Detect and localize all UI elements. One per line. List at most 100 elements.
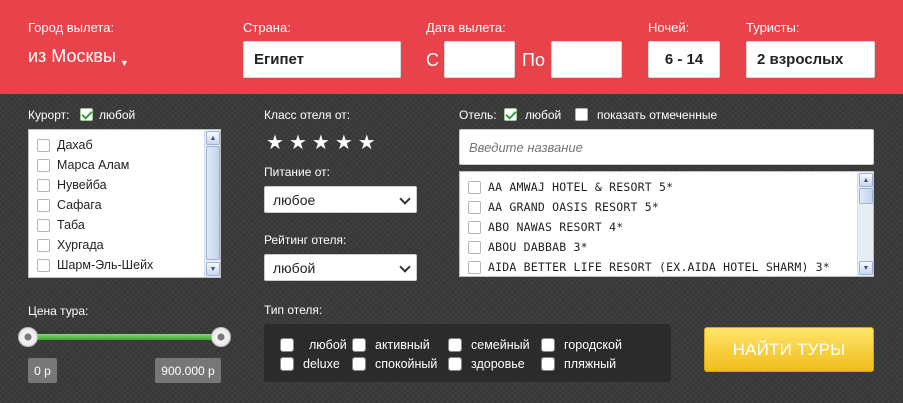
hotel-checkbox[interactable] — [468, 260, 481, 274]
hotel-checkbox[interactable] — [468, 240, 481, 254]
star-icon[interactable]: ★ — [289, 133, 307, 153]
resort-checkbox[interactable] — [37, 158, 50, 172]
list-item[interactable]: ABOU DABBAB 3* — [468, 237, 873, 257]
rating-select[interactable]: любой — [264, 254, 417, 281]
hotel-checkbox[interactable] — [468, 220, 481, 234]
hotel-scrollbar[interactable]: ▲ ▼ — [857, 172, 873, 276]
hotel-label: Отель: — [459, 108, 497, 122]
hotel-type-option[interactable]: семейный — [448, 338, 530, 352]
hotel-list[interactable]: AA AMWAJ HOTEL & RESORT 5* AA GRAND OASI… — [459, 171, 874, 277]
list-item[interactable]: Сафага — [37, 195, 220, 215]
tourists-label: Туристы: — [746, 20, 800, 35]
tourists-select[interactable]: 2 взрослых — [746, 41, 875, 78]
resort-checkbox[interactable] — [37, 238, 50, 252]
price-min-handle[interactable] — [18, 327, 38, 347]
resort-items: Дахаб Марса Алам Нувейба Сафага Таба Хур… — [29, 130, 220, 275]
hotel-checkbox[interactable] — [468, 200, 481, 214]
star-icon[interactable]: ★ — [335, 133, 353, 153]
country-select[interactable]: Египет — [243, 41, 401, 78]
scroll-down-icon[interactable]: ▼ — [206, 262, 220, 276]
hotel-type-checkbox[interactable] — [352, 338, 366, 352]
caret-down-icon: ▼ — [119, 58, 129, 68]
resort-list[interactable]: Дахаб Марса Алам Нувейба Сафага Таба Хур… — [28, 129, 221, 278]
star-icon[interactable]: ★ — [312, 133, 330, 153]
scroll-thumb[interactable] — [206, 146, 220, 260]
chevron-down-icon — [399, 261, 411, 273]
date-from-input[interactable] — [444, 41, 515, 78]
hotel-type-option[interactable]: городской — [541, 338, 622, 352]
list-item[interactable]: AA GRAND OASIS RESORT 5* — [468, 197, 873, 217]
resort-checkbox[interactable] — [37, 138, 50, 152]
hotel-type-checkbox[interactable] — [280, 338, 294, 352]
meal-label: Питание от: — [264, 165, 330, 179]
star-rating[interactable]: ★ ★ ★ ★ ★ — [266, 133, 376, 153]
hotel-type-option[interactable]: пляжный — [541, 357, 616, 371]
star-icon[interactable]: ★ — [266, 133, 284, 153]
resort-checkbox[interactable] — [37, 218, 50, 232]
price-label: Цена тура: — [28, 304, 89, 318]
resort-checkbox[interactable] — [37, 178, 50, 192]
list-item[interactable]: Нувейба — [37, 175, 220, 195]
departure-city-value: из Москвы — [28, 46, 116, 66]
price-max-handle[interactable] — [211, 327, 231, 347]
hotel-type-checkbox[interactable] — [448, 357, 462, 371]
hotel-checkbox[interactable] — [468, 180, 481, 194]
list-item[interactable]: Таба — [37, 215, 220, 235]
resort-any-label: любой — [99, 108, 136, 122]
resort-checkbox[interactable] — [37, 258, 50, 272]
scroll-down-icon[interactable]: ▼ — [859, 261, 873, 275]
chevron-down-icon — [399, 193, 411, 205]
resort-scrollbar[interactable]: ▲ ▼ — [204, 130, 220, 277]
price-min-value: 0 р — [28, 358, 57, 383]
list-item[interactable]: Шарм-Эль-Шейх — [37, 255, 220, 275]
hotel-type-option[interactable]: активный — [352, 338, 430, 352]
show-marked-label: показать отмеченные — [597, 108, 718, 122]
hotel-type-checkbox[interactable] — [541, 338, 555, 352]
nights-select[interactable]: 6 - 14 — [648, 41, 720, 78]
date-to-input[interactable] — [551, 41, 622, 78]
nights-value: 6 - 14 — [664, 51, 704, 68]
hotel-type-checkbox[interactable] — [280, 357, 294, 371]
list-item[interactable]: AIDA BETTER LIFE RESORT (EX.AIDA HOTEL S… — [468, 257, 873, 276]
hotel-type-label: Тип отеля: — [264, 303, 323, 317]
date-to-label: По — [522, 50, 545, 70]
resort-any-checkbox[interactable] — [80, 108, 93, 121]
hotel-type-option[interactable]: deluxe — [280, 357, 340, 371]
hotel-class-label: Класс отеля от: — [264, 108, 351, 122]
resort-checkbox[interactable] — [37, 198, 50, 212]
star-icon[interactable]: ★ — [358, 133, 376, 153]
scroll-thumb[interactable] — [859, 188, 873, 204]
hotel-search-input[interactable]: Введите название — [459, 129, 874, 165]
tourists-value: 2 взрослых — [757, 51, 844, 68]
list-item[interactable]: Марса Алам — [37, 155, 220, 175]
price-slider-track[interactable] — [28, 334, 221, 340]
hotel-type-options: любой активный семейный городской deluxe… — [264, 324, 671, 382]
hotel-items: AA AMWAJ HOTEL & RESORT 5* AA GRAND OASI… — [460, 172, 873, 276]
hotel-type-option[interactable]: спокойный — [352, 357, 437, 371]
list-item[interactable]: Дахаб — [37, 135, 220, 155]
list-item[interactable]: AA AMWAJ HOTEL & RESORT 5* — [468, 177, 873, 197]
resort-label: Курорт: — [28, 108, 70, 122]
hotel-type-checkbox[interactable] — [541, 357, 555, 371]
hotel-type-checkbox[interactable] — [352, 357, 366, 371]
find-tours-button[interactable]: НАЙТИ ТУРЫ — [704, 327, 874, 372]
price-max-value: 900.000 р — [155, 358, 221, 383]
scroll-up-icon[interactable]: ▲ — [206, 131, 220, 145]
list-item[interactable]: ABO NAWAS RESORT 4* — [468, 217, 873, 237]
rating-label: Рейтинг отеля: — [264, 233, 347, 247]
list-item[interactable]: Хургада — [37, 235, 220, 255]
country-label: Страна: — [243, 20, 291, 35]
country-value: Египет — [254, 51, 305, 68]
departure-city-dropdown[interactable]: из Москвы ▼ — [28, 46, 129, 68]
hotel-type-checkbox[interactable] — [448, 338, 462, 352]
departure-date-label: Дата вылета: — [426, 20, 506, 35]
date-from-label: С — [426, 50, 439, 70]
scroll-up-icon[interactable]: ▲ — [859, 173, 873, 187]
departure-city-label: Город вылета: — [28, 20, 115, 35]
hotel-any-label: любой — [525, 108, 562, 122]
show-marked-checkbox[interactable] — [575, 108, 588, 121]
hotel-any-checkbox[interactable] — [504, 108, 517, 121]
hotel-type-option[interactable]: любой — [280, 338, 347, 352]
meal-select[interactable]: любое — [264, 186, 417, 213]
hotel-type-option[interactable]: здоровье — [448, 357, 525, 371]
